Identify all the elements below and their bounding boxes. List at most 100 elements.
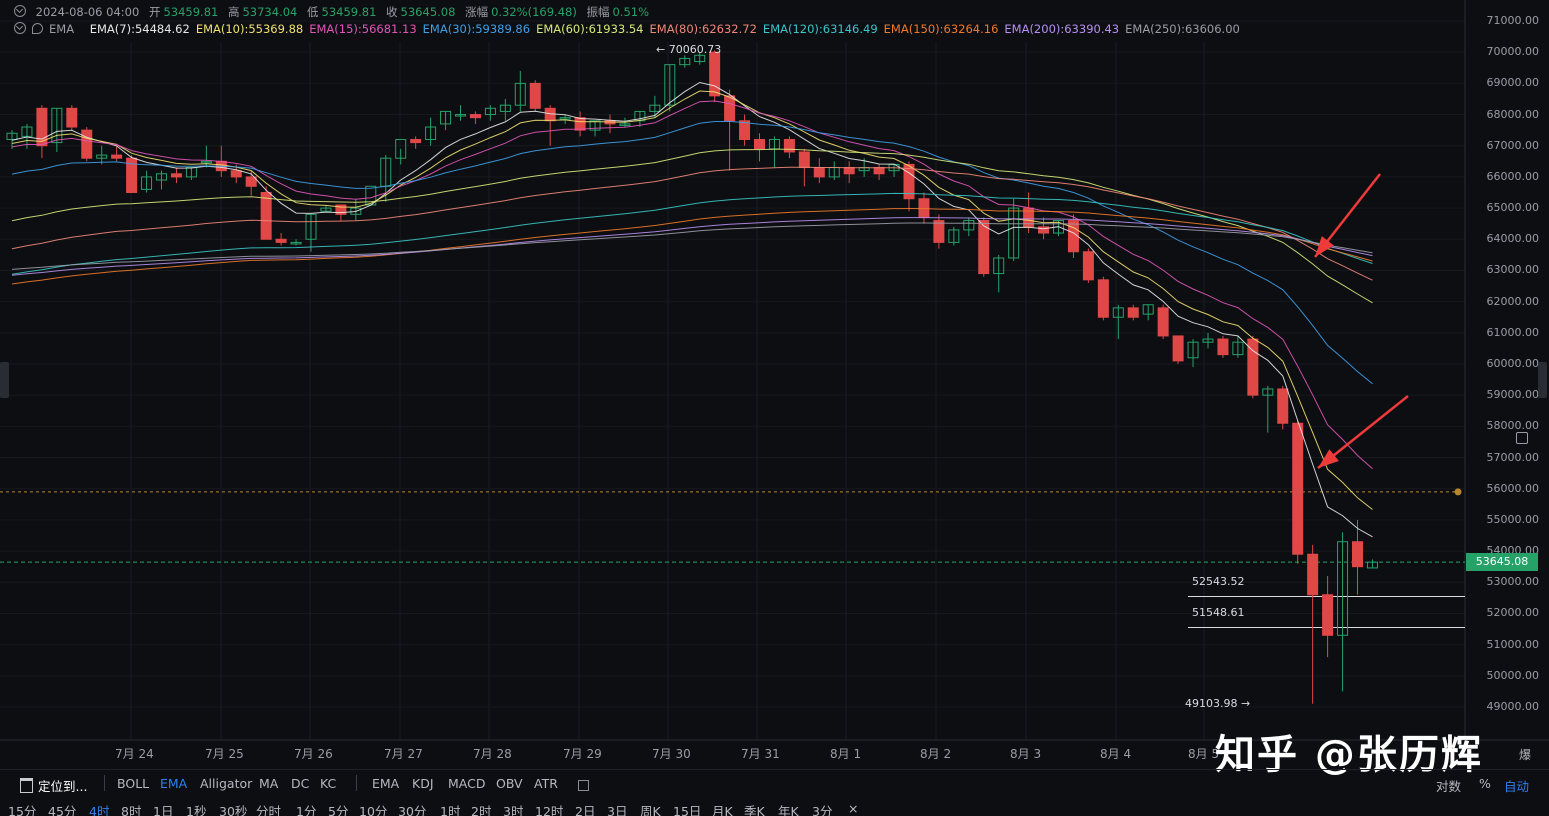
interval-6[interactable]: 30秒 bbox=[219, 801, 247, 816]
interval-11[interactable]: 30分 bbox=[398, 801, 426, 816]
candle-down bbox=[1172, 335, 1184, 362]
close-icon[interactable]: × bbox=[848, 801, 858, 816]
price-tick-label: 62000.00 bbox=[1486, 294, 1540, 308]
main-indicator-ema[interactable]: EMA bbox=[160, 776, 187, 791]
interval-22[interactable]: 年K bbox=[778, 801, 799, 816]
current-price-tag: 53645.08 bbox=[1466, 553, 1538, 571]
ohlc-row: 2024-08-06 04:00 开 53459.81 高 53734.04 低 53… bbox=[14, 4, 655, 20]
collapse-icon[interactable] bbox=[14, 22, 26, 34]
interval-5[interactable]: 1秒 bbox=[186, 801, 206, 816]
level-label-2[interactable]: 51548.61 bbox=[1192, 606, 1245, 619]
close-label: 收 bbox=[386, 5, 398, 19]
price-tick-label: 66000.00 bbox=[1486, 169, 1540, 183]
interval-1[interactable]: 45分 bbox=[48, 801, 76, 816]
sub-indicator-macd[interactable]: MACD bbox=[448, 776, 485, 791]
collapse-icon[interactable] bbox=[14, 5, 26, 17]
price-tick-label: 67000.00 bbox=[1486, 138, 1540, 152]
interval-21[interactable]: 季K bbox=[744, 801, 765, 816]
right-panel-handle[interactable] bbox=[1538, 362, 1547, 398]
candle-down bbox=[754, 138, 765, 150]
ema-legend-item: EMA(150):63264.16 bbox=[883, 22, 999, 36]
locate-button[interactable]: 定位到... bbox=[20, 776, 87, 795]
sub-indicator-kdj[interactable]: KDJ bbox=[412, 776, 434, 791]
candle-down bbox=[813, 167, 825, 178]
sub-indicator-ema[interactable]: EMA bbox=[372, 776, 399, 791]
interval-4[interactable]: 1日 bbox=[153, 801, 173, 816]
interval-18[interactable]: 周K bbox=[640, 801, 661, 816]
interval-20[interactable]: 月K bbox=[712, 801, 733, 816]
main-indicator-kc[interactable]: KC bbox=[320, 776, 336, 791]
interval-0[interactable]: 15分 bbox=[8, 801, 36, 816]
change-label: 涨幅 bbox=[465, 5, 489, 19]
ema-line-10 bbox=[11, 90, 1373, 510]
open-value: 53459.81 bbox=[163, 5, 219, 19]
interval-14[interactable]: 3时 bbox=[503, 801, 523, 816]
candle-down bbox=[1157, 307, 1169, 337]
date-tick-label: 7月 29 bbox=[563, 747, 602, 761]
interval-16[interactable]: 2日 bbox=[575, 801, 595, 816]
candle-down bbox=[260, 192, 272, 240]
candle-down bbox=[783, 138, 795, 153]
eye-icon[interactable] bbox=[32, 23, 43, 34]
interval-15[interactable]: 12时 bbox=[535, 801, 563, 816]
auto-scale-toggle[interactable]: 自动 bbox=[1504, 776, 1529, 795]
candlestick-chart[interactable] bbox=[0, 0, 1549, 816]
interval-10[interactable]: 10分 bbox=[359, 801, 387, 816]
ema-legend-item: EMA(80):62632.72 bbox=[649, 22, 757, 36]
candle-down bbox=[1277, 388, 1289, 424]
candle-down bbox=[873, 167, 885, 175]
price-tick-label: 49000.00 bbox=[1486, 700, 1540, 713]
ema-legend-row: EMA EMA(7):54484.62 EMA(10):55369.88 EMA(1… bbox=[14, 22, 1246, 36]
date-tick-label: 7月 26 bbox=[294, 747, 333, 761]
candle-down bbox=[529, 82, 541, 109]
date-tick-label: 7月 27 bbox=[384, 747, 423, 761]
date-tick-label: 7月 25 bbox=[205, 747, 244, 761]
candle-down bbox=[709, 51, 721, 97]
sub-indicator-atr[interactable]: ATR bbox=[534, 776, 558, 791]
candle-down bbox=[469, 114, 481, 119]
interval-3[interactable]: 8时 bbox=[121, 801, 141, 816]
interval-7[interactable]: 分时 bbox=[256, 801, 281, 816]
interval-9[interactable]: 5分 bbox=[328, 801, 348, 816]
low-label: 低 bbox=[307, 5, 319, 19]
main-indicator-ma[interactable]: MA bbox=[259, 776, 278, 791]
main-indicator-dc[interactable]: DC bbox=[291, 776, 309, 791]
amp-value: 0.51% bbox=[612, 5, 650, 19]
corner-button[interactable]: 爆 bbox=[1519, 746, 1531, 763]
high-label: 高 bbox=[227, 5, 240, 19]
percent-scale-toggle[interactable]: % bbox=[1479, 776, 1491, 791]
main-indicator-boll[interactable]: BOLL bbox=[117, 776, 149, 791]
ema-indicator-name[interactable]: EMA bbox=[49, 22, 74, 36]
price-tick-label: 53000.00 bbox=[1486, 575, 1540, 589]
candle-down bbox=[798, 151, 810, 169]
left-panel-handle[interactable] bbox=[0, 362, 9, 398]
interval-2[interactable]: 4时 bbox=[89, 801, 109, 816]
candle-down bbox=[978, 220, 990, 275]
log-scale-toggle[interactable]: 对数 bbox=[1436, 776, 1461, 795]
interval-19[interactable]: 15日 bbox=[673, 801, 701, 816]
interval-12[interactable]: 1时 bbox=[440, 801, 460, 816]
date-tick-label: 7月 31 bbox=[741, 747, 780, 761]
high-value: 53734.04 bbox=[242, 5, 298, 19]
price-tick-label: 50000.00 bbox=[1486, 668, 1540, 682]
interval-13[interactable]: 2时 bbox=[471, 801, 491, 816]
price-tick-label: 70000.00 bbox=[1486, 45, 1540, 59]
interval-23[interactable]: 3分 bbox=[812, 801, 832, 816]
ema-legend-item: EMA(60):61933.54 bbox=[536, 22, 644, 36]
main-indicator-alligator[interactable]: Alligator bbox=[200, 776, 252, 791]
date-tick-label: 7月 24 bbox=[115, 747, 154, 761]
interval-8[interactable]: 1分 bbox=[296, 801, 316, 816]
ema-legend-item: EMA(7):54484.62 bbox=[89, 22, 190, 36]
edit-indicators-button[interactable] bbox=[578, 778, 589, 793]
candle-down bbox=[1127, 307, 1139, 318]
level-label-1[interactable]: 52543.52 bbox=[1192, 575, 1245, 588]
price-tick-label: 71000.00 bbox=[1486, 14, 1540, 27]
ema-line-60 bbox=[11, 148, 1373, 304]
interval-17[interactable]: 3日 bbox=[607, 801, 627, 816]
date-tick-label: 8月 4 bbox=[1100, 747, 1132, 761]
candle-down bbox=[1217, 338, 1229, 356]
sub-indicator-obv[interactable]: OBV bbox=[496, 776, 523, 791]
ema-legend-item: EMA(30):59389.86 bbox=[422, 22, 531, 36]
clock-icon[interactable] bbox=[1516, 432, 1528, 444]
ema-line-250 bbox=[11, 222, 1373, 270]
